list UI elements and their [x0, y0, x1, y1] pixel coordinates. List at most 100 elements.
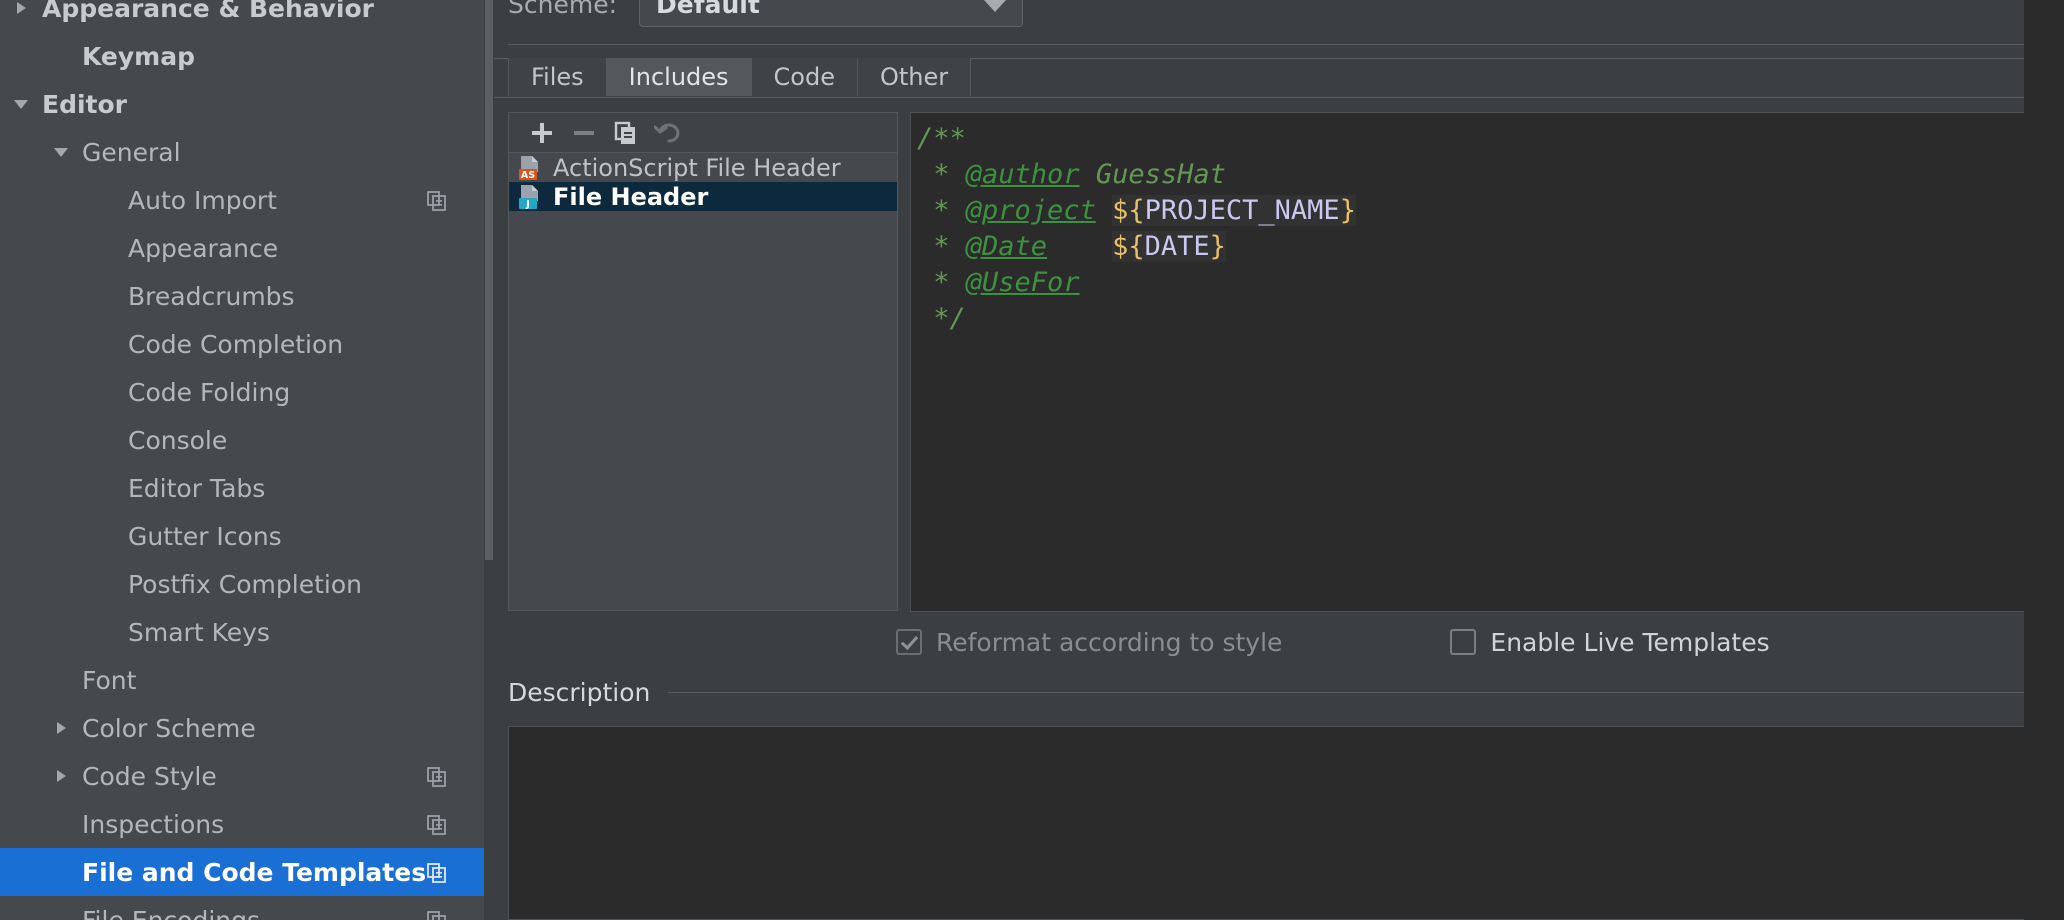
live-templates-checkbox[interactable]: Enable Live Templates [1450, 627, 1770, 657]
sidebar-item-file-encodings[interactable]: File Encodings [0, 896, 484, 920]
sidebar-item-label: Font [82, 665, 137, 695]
sidebar-item-code-style[interactable]: Code Style [0, 752, 484, 800]
reset-template-button[interactable] [647, 115, 689, 151]
sidebar-item-editor[interactable]: Editor [0, 80, 484, 128]
svg-text:J: J [525, 199, 530, 210]
description-title: Description [508, 677, 651, 707]
reformat-checkbox-label: Reformat according to style [936, 627, 1283, 657]
divider [508, 44, 2036, 45]
template-code-text: /** * @author GuessHat * @project ${PROJ… [911, 113, 2035, 337]
sidebar-item-label: Appearance [128, 233, 279, 263]
sidebar-item-label: Keymap [82, 41, 196, 71]
sidebar-item-label: Code Folding [128, 377, 291, 407]
copy-settings-icon[interactable] [426, 189, 448, 211]
sidebar-item-label: Inspections [82, 809, 225, 839]
sidebar-item-label: Color Scheme [82, 713, 256, 743]
sidebar-item-label: Console [128, 425, 228, 455]
live-templates-checkbox-box[interactable] [1450, 629, 1477, 655]
chevron-right-icon[interactable] [50, 765, 72, 787]
sidebar-item-auto-import[interactable]: Auto Import [0, 176, 484, 224]
sidebar-item-keymap[interactable]: Keymap [0, 32, 484, 80]
svg-text:AS: AS [521, 170, 535, 181]
file-and-code-templates-panel: Scheme: Default Files Includes Code Other [494, 0, 2064, 920]
sidebar-scrollbar-thumb[interactable] [485, 0, 493, 560]
sidebar-item-label: File Encodings [82, 905, 261, 920]
sidebar-item-smart-keys[interactable]: Smart Keys [0, 608, 484, 656]
split-pane: AS ActionScript File Header J File Header /… [508, 112, 2036, 612]
reformat-checkbox[interactable]: Reformat according to style [896, 628, 1282, 657]
list-item-label: File Header [553, 182, 709, 211]
sidebar-item-gutter-icons[interactable]: Gutter Icons [0, 512, 484, 560]
copy-settings-icon[interactable] [426, 909, 448, 920]
list-item[interactable]: AS ActionScript File Header [509, 153, 897, 182]
add-template-button[interactable] [521, 115, 563, 151]
code-line: * @Date ${DATE} [917, 231, 1226, 262]
sidebar-item-code-folding[interactable]: Code Folding [0, 368, 484, 416]
tab-code[interactable]: Code [750, 58, 858, 96]
tab-other[interactable]: Other [857, 58, 972, 96]
sidebar-item-label: Postfix Completion [128, 569, 362, 599]
copy-settings-icon[interactable] [426, 861, 448, 883]
sidebar-item-color-scheme[interactable]: Color Scheme [0, 704, 484, 752]
code-line: * @project ${PROJECT_NAME} [917, 195, 1356, 226]
scheme-dropdown[interactable]: Default [639, 0, 1023, 27]
template-code-editor[interactable]: /** * @author GuessHat * @project ${PROJ… [910, 112, 2036, 612]
copy-settings-icon[interactable] [426, 765, 448, 787]
reformat-checkbox-box[interactable] [896, 629, 922, 655]
sidebar-item-label: Code Style [82, 761, 217, 791]
copy-settings-icon[interactable] [426, 813, 448, 835]
sidebar-item-console[interactable]: Console [0, 416, 484, 464]
template-options-row: Reformat according to style Enable Live … [896, 622, 2036, 662]
chevron-down-icon[interactable] [10, 93, 32, 115]
sidebar-item-label: Breadcrumbs [128, 281, 295, 311]
description-section: Description [508, 672, 2036, 920]
sidebar-item-appearance-behavior[interactable]: Appearance & Behavior [0, 0, 484, 32]
chevron-right-icon[interactable] [10, 0, 32, 19]
file-template-icon: J [519, 184, 541, 210]
tab-includes[interactable]: Includes [605, 58, 752, 96]
scheme-row: Scheme: Default [508, 0, 1023, 27]
sidebar-item-file-and-code-templates[interactable]: File and Code Templates [0, 848, 484, 896]
description-body[interactable] [508, 726, 2036, 920]
scheme-label: Scheme: [508, 0, 617, 19]
sidebar-item-editor-tabs[interactable]: Editor Tabs [0, 464, 484, 512]
chevron-down-icon [984, 0, 1006, 12]
template-category-tabs[interactable]: Files Includes Code Other [508, 58, 972, 96]
sidebar-item-label: Appearance & Behavior [42, 0, 374, 23]
scheme-value: Default [656, 0, 760, 19]
list-item[interactable]: J File Header [509, 182, 897, 211]
code-line: * @author GuessHat [917, 159, 1226, 190]
file-template-icon: AS [519, 155, 541, 181]
settings-category-tree[interactable]: Appearance & Behavior Keymap Editor General… [0, 0, 494, 920]
template-list-toolbar[interactable] [508, 112, 898, 153]
sidebar-item-general[interactable]: General [0, 128, 484, 176]
code-line: */ [917, 303, 966, 334]
list-item-label: ActionScript File Header [553, 153, 841, 182]
chevron-right-icon[interactable] [50, 717, 72, 739]
window-right-edge [2024, 0, 2064, 920]
sidebar-item-postfix-completion[interactable]: Postfix Completion [0, 560, 484, 608]
sidebar-item-font[interactable]: Font [0, 656, 484, 704]
template-list[interactable]: AS ActionScript File Header J File Header [508, 153, 898, 611]
sidebar-item-inspections[interactable]: Inspections [0, 800, 484, 848]
description-header: Description [508, 672, 2036, 712]
code-line: * @UseFor [917, 267, 1080, 298]
sidebar-item-label: File and Code Templates [82, 857, 427, 887]
template-list-pane: AS ActionScript File Header J File Header [508, 112, 900, 612]
sidebar-item-label: Editor [42, 89, 127, 119]
settings-dialog: Appearance & Behavior Keymap Editor General… [0, 0, 2064, 920]
sidebar-item-label: Auto Import [128, 185, 277, 215]
sidebar-item-code-completion[interactable]: Code Completion [0, 320, 484, 368]
remove-template-button[interactable] [563, 115, 605, 151]
description-separator [668, 691, 2036, 693]
tab-files[interactable]: Files [508, 58, 607, 96]
sidebar-item-appearance[interactable]: Appearance [0, 224, 484, 272]
code-line: /** [917, 123, 966, 154]
chevron-down-icon[interactable] [50, 141, 72, 163]
sidebar-item-breadcrumbs[interactable]: Breadcrumbs [0, 272, 484, 320]
sidebar-scrollbar-track[interactable] [484, 0, 494, 920]
copy-template-button[interactable] [605, 115, 647, 151]
sidebar-item-label: Editor Tabs [128, 473, 266, 503]
sidebar-item-label: Code Completion [128, 329, 344, 359]
live-templates-checkbox-label: Enable Live Templates [1490, 627, 1770, 657]
